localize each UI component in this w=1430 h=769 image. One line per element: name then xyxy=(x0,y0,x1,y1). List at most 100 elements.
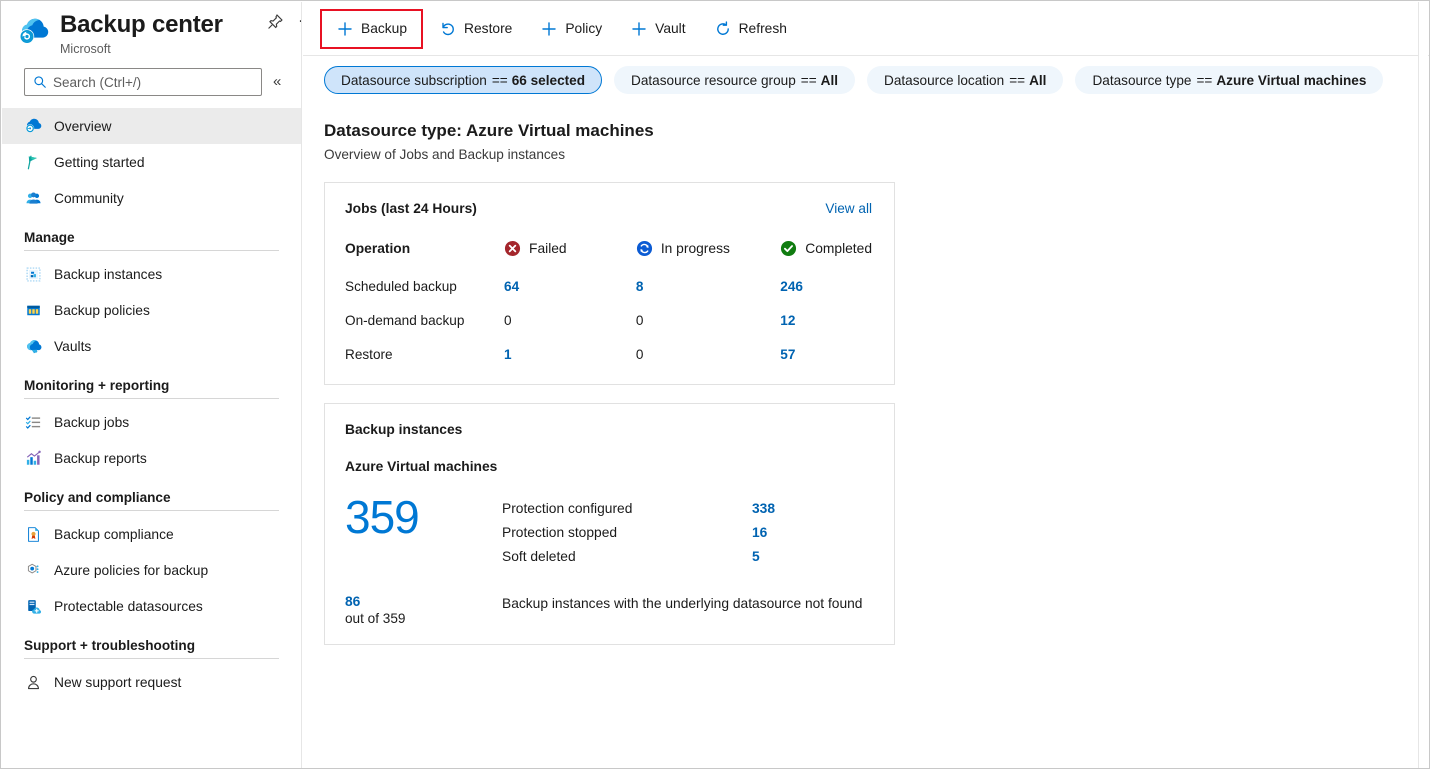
backup-instances-card-title: Backup instances xyxy=(345,422,463,437)
success-circle-icon xyxy=(780,240,797,257)
divider xyxy=(24,398,279,399)
footer-count-block: 86 out of 359 xyxy=(345,594,502,626)
backup-instances-total[interactable]: 359 xyxy=(345,490,502,544)
stat-value[interactable]: 338 xyxy=(752,501,775,516)
jobs-col-operation: Operation xyxy=(345,241,411,256)
stat-label: Protection stopped xyxy=(502,525,618,540)
filter-name: Datasource type xyxy=(1092,72,1192,88)
ellipsis-icon[interactable]: ... xyxy=(296,8,301,32)
sidebar-item-vaults[interactable]: Vaults xyxy=(2,328,301,364)
jobs-col-failed-label: Failed xyxy=(529,241,567,256)
sidebar-item-backup-compliance[interactable]: Backup compliance xyxy=(2,516,301,552)
filter-pill-datasource-subscription[interactable]: Datasource subscription == 66 selected xyxy=(324,66,603,94)
table-row: Restore 1 0 57 xyxy=(345,347,872,366)
checklist-icon xyxy=(24,413,42,431)
filter-operator: == xyxy=(1196,72,1213,88)
compliance-document-icon xyxy=(24,525,42,543)
chevron-double-left-icon[interactable]: « xyxy=(273,74,281,89)
filter-pill-datasource-type[interactable]: Datasource type == Azure Virtual machine… xyxy=(1075,66,1384,94)
stat-value[interactable]: 16 xyxy=(752,525,767,540)
backup-button[interactable]: Backup xyxy=(320,8,424,49)
community-icon xyxy=(24,189,42,207)
sidebar: Backup center Microsoft ... xyxy=(2,2,302,768)
vault-button-label: Vault xyxy=(655,21,686,36)
list-item: Protection configured 338 xyxy=(502,501,872,516)
page-title: Backup center xyxy=(60,11,223,38)
jobs-row-operation: Restore xyxy=(345,347,393,362)
jobs-cell-failed: 0 xyxy=(504,313,512,328)
datasource-type-heading: Datasource type: Azure Virtual machines xyxy=(324,121,654,140)
vertical-scrollbar[interactable] xyxy=(1418,2,1428,768)
filter-name: Datasource location xyxy=(884,72,1005,88)
sidebar-item-overview[interactable]: Overview xyxy=(2,108,301,144)
sidebar-item-label: Backup policies xyxy=(54,302,150,318)
sidebar-item-backup-jobs[interactable]: Backup jobs xyxy=(2,404,301,440)
sidebar-item-label: Backup instances xyxy=(54,266,163,282)
vault-button[interactable]: Vault xyxy=(618,13,697,45)
stat-label: Protection configured xyxy=(502,501,633,516)
content-area: Datasource type: Azure Virtual machines … xyxy=(303,104,1429,645)
refresh-button[interactable]: Refresh xyxy=(702,13,799,45)
refresh-button-label: Refresh xyxy=(738,21,787,36)
table-row: Scheduled backup 64 8 246 xyxy=(345,279,872,313)
policy-button[interactable]: Policy xyxy=(528,13,614,45)
title-actions: ... xyxy=(264,8,301,32)
jobs-table-header-row: Operation Failed In progress Completed xyxy=(345,240,872,279)
jobs-view-all-link[interactable]: View all xyxy=(825,201,872,216)
jobs-card-title: Jobs (last 24 Hours) xyxy=(345,201,477,216)
pin-icon[interactable] xyxy=(264,10,286,32)
jobs-col-in-progress: In progress xyxy=(636,240,780,279)
sidebar-item-community[interactable]: Community xyxy=(2,180,301,216)
sidebar-item-label: Community xyxy=(54,190,124,206)
stat-value[interactable]: 5 xyxy=(752,549,760,564)
brand-header: Backup center Microsoft xyxy=(2,2,301,62)
backup-cloud-icon xyxy=(24,117,42,135)
main-content: Backup Restore Policy Vault Refresh Data… xyxy=(303,2,1429,768)
backup-center-cloud-icon xyxy=(14,13,52,51)
restore-button[interactable]: Restore xyxy=(427,13,524,45)
sidebar-item-backup-instances[interactable]: Backup instances xyxy=(2,256,301,292)
sidebar-group-title: Monitoring + reporting xyxy=(24,378,170,393)
policy-hexagon-icon xyxy=(24,561,42,579)
jobs-cell-in-progress[interactable]: 8 xyxy=(636,279,644,294)
sidebar-item-label: Overview xyxy=(54,118,112,134)
brand-subtitle: Microsoft xyxy=(60,42,111,56)
filter-operator: == xyxy=(1009,72,1026,88)
jobs-cell-failed[interactable]: 1 xyxy=(504,347,512,362)
jobs-row-operation: Scheduled backup xyxy=(345,279,457,294)
divider xyxy=(24,658,279,659)
flag-icon xyxy=(24,153,42,171)
filter-pill-datasource-resource-group[interactable]: Datasource resource group == All xyxy=(614,66,856,94)
jobs-cell-completed[interactable]: 12 xyxy=(780,313,795,328)
sidebar-group-title: Support + troubleshooting xyxy=(24,638,196,653)
filter-operator: == xyxy=(800,72,817,88)
sidebar-item-azure-policies-for-backup[interactable]: Azure policies for backup xyxy=(2,552,301,588)
policy-button-label: Policy xyxy=(565,21,603,36)
restore-button-label: Restore xyxy=(464,21,513,36)
jobs-row-operation: On-demand backup xyxy=(345,313,465,328)
sidebar-item-getting-started[interactable]: Getting started xyxy=(2,144,301,180)
command-bar: Backup Restore Policy Vault Refresh xyxy=(303,2,1429,56)
sidebar-item-protectable-datasources[interactable]: Protectable datasources xyxy=(2,588,301,624)
filter-value: All xyxy=(1029,72,1047,88)
sidebar-item-new-support-request[interactable]: New support request xyxy=(2,664,301,700)
backup-button-label: Backup xyxy=(361,21,408,36)
filter-pill-datasource-location[interactable]: Datasource location == All xyxy=(867,66,1064,94)
jobs-cell-completed[interactable]: 57 xyxy=(780,347,795,362)
jobs-cell-failed[interactable]: 64 xyxy=(504,279,519,294)
list-item: Protection stopped 16 xyxy=(502,525,872,540)
stat-label: Soft deleted xyxy=(502,549,576,564)
in-progress-circle-icon xyxy=(636,240,653,257)
jobs-col-failed: Failed xyxy=(504,240,636,279)
search-box[interactable] xyxy=(24,68,262,96)
sidebar-item-backup-policies[interactable]: Backup policies xyxy=(2,292,301,328)
sidebar-item-label: Backup compliance xyxy=(54,526,174,542)
datasource-not-found-count[interactable]: 86 xyxy=(345,594,502,609)
vault-cloud-icon xyxy=(24,337,42,355)
sidebar-item-backup-reports[interactable]: Backup reports xyxy=(2,440,301,476)
sidebar-group-monitoring: Monitoring + reporting Backup jobs Backu… xyxy=(2,378,301,476)
filter-value: 66 selected xyxy=(511,72,586,88)
jobs-cell-completed[interactable]: 246 xyxy=(780,279,803,294)
search-input[interactable] xyxy=(53,74,243,90)
sidebar-group-title: Manage xyxy=(24,230,75,245)
